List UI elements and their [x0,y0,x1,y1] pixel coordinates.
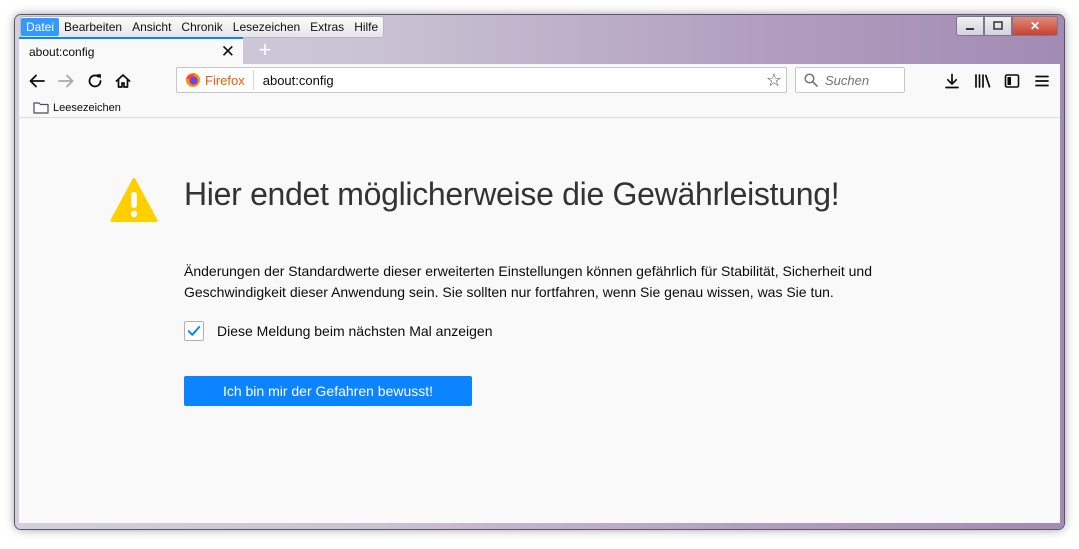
forward-icon [58,74,74,88]
bookmark-star-icon[interactable]: ☆ [766,70,782,90]
reload-icon [88,74,102,88]
close-icon: ✕ [1029,19,1041,33]
menu-lesezeichen[interactable]: Lesezeichen [228,18,305,36]
library-icon [975,74,991,88]
home-icon [115,74,131,88]
maximize-icon [993,21,1003,30]
forward-button[interactable] [54,69,78,93]
maximize-button[interactable] [984,16,1012,36]
firefox-logo-icon [186,73,200,87]
sidebar-icon [1004,74,1020,88]
identity-label: Firefox [205,72,245,88]
close-window-button[interactable]: ✕ [1012,16,1058,36]
tab-close-icon[interactable]: ✕ [221,42,235,62]
new-tab-button[interactable]: + [253,37,277,63]
page-content: Hier endet möglicherweise die Gewährleis… [19,118,1060,523]
menu-bearbeiten[interactable]: Bearbeiten [59,18,127,36]
back-icon [29,74,45,88]
address-bar[interactable]: Firefox about:config ☆ [176,67,787,93]
library-button[interactable] [972,70,994,92]
search-input[interactable]: Suchen [795,67,905,93]
menu-chronik[interactable]: Chronik [176,18,227,36]
sidebar-button[interactable] [1001,70,1023,92]
show-warning-checkbox-row[interactable]: Diese Meldung beim nächsten Mal anzeigen [184,321,493,341]
site-identity[interactable]: Firefox [177,70,254,90]
tab-title: about:config [29,44,95,59]
menu-icon [1035,75,1049,87]
show-warning-checkbox[interactable] [184,321,204,341]
window-controls: ✕ [956,16,1058,36]
accept-risk-button[interactable]: Ich bin mir der Gefahren bewusst! [184,376,472,406]
download-icon [945,73,959,89]
plus-icon: + [258,37,272,62]
menu-ansicht[interactable]: Ansicht [127,18,176,36]
minimize-button[interactable] [956,16,984,36]
description-line-1: Änderungen der Standardwerte dieser erwe… [184,263,872,279]
warning-description: Änderungen der Standardwerte dieser erwe… [184,261,944,303]
tab-about-config[interactable]: about:config ✕ [19,37,243,64]
warning-icon [110,177,158,228]
minimize-icon [966,28,974,30]
bookmarks-folder-label: Leesezeichen [53,101,121,114]
checkmark-icon [187,326,201,336]
warning-title: Hier endet möglicherweise die Gewährleis… [184,176,840,212]
home-button[interactable] [111,69,135,93]
tab-bar: about:config ✕ + [19,37,1060,64]
menu-datei[interactable]: Datei [21,18,60,36]
description-line-2: Geschwindigkeit dieser Anwendung sein. S… [184,284,834,300]
bookmarks-toolbar: Leesezeichen [19,98,1060,118]
browser-window: Datei Bearbeiten Ansicht Chronik Lesezei… [15,15,1064,529]
menu-bar: Datei Bearbeiten Ansicht Chronik Lesezei… [20,16,385,38]
folder-icon [33,102,49,114]
open-menu-button[interactable] [1031,70,1053,92]
back-button[interactable] [25,69,49,93]
url-text: about:config [262,72,334,88]
show-warning-label: Diese Meldung beim nächsten Mal anzeigen [217,323,493,339]
search-icon [804,73,818,87]
menu-extras[interactable]: Extras [305,18,349,36]
downloads-button[interactable] [941,70,963,92]
bookmarks-folder[interactable]: Leesezeichen [33,101,121,114]
reload-button[interactable] [83,69,107,93]
menu-hilfe[interactable]: Hilfe [349,18,383,36]
search-placeholder: Suchen [825,72,870,88]
navigation-toolbar: Firefox about:config ☆ Suchen [19,64,1060,98]
